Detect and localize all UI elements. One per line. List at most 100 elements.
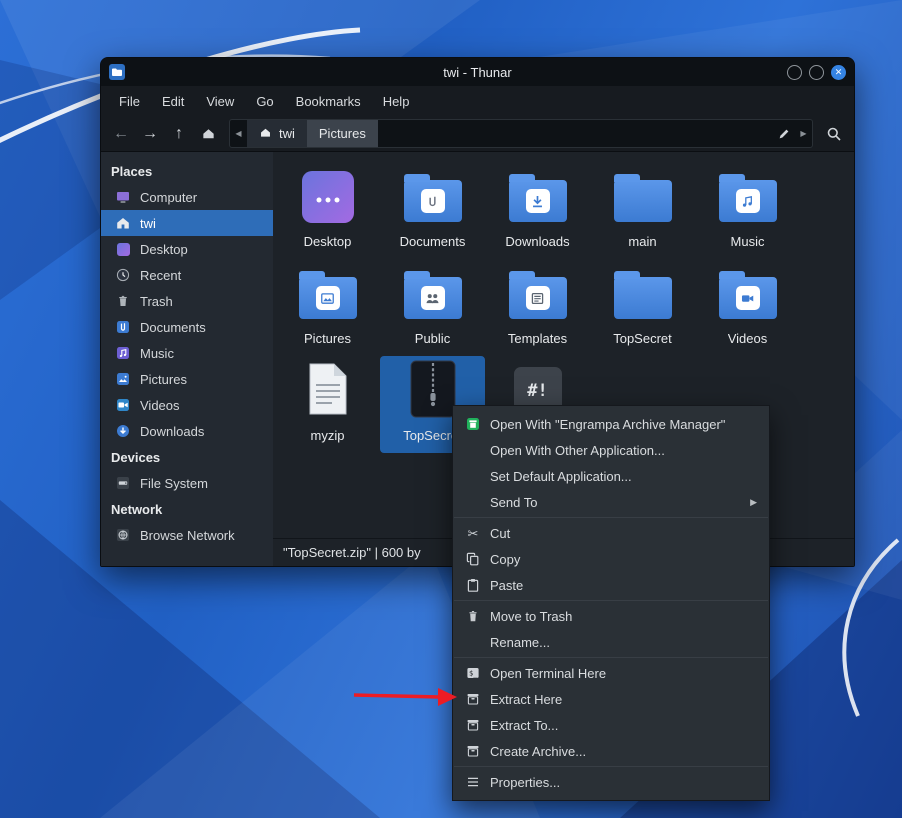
menu-item-move-to-trash[interactable]: Move to Trash	[453, 603, 769, 629]
file-templates[interactable]: Templates	[485, 259, 590, 356]
search-icon[interactable]	[821, 121, 847, 147]
drive-icon	[115, 475, 131, 491]
edit-path-icon[interactable]	[773, 127, 795, 141]
public-folder-icon	[404, 277, 462, 319]
file-pictures[interactable]: Pictures	[275, 259, 380, 356]
context-menu: Open With "Engrampa Archive Manager" Ope…	[452, 405, 770, 801]
pathbar[interactable]: ◀ twi Pictures ▶	[229, 119, 813, 148]
file-downloads[interactable]: Downloads	[485, 162, 590, 259]
menu-item-open-with-other[interactable]: Open With Other Application...	[453, 437, 769, 463]
sidebar-item-twi[interactable]: twi	[101, 210, 273, 236]
sidebar-item-music[interactable]: Music	[101, 340, 273, 366]
close-button[interactable]: ✕	[831, 65, 846, 80]
pictures-icon	[115, 371, 131, 387]
menu-bookmarks[interactable]: Bookmarks	[286, 90, 371, 113]
downloads-folder-icon	[509, 180, 567, 222]
blank-icon	[465, 494, 481, 510]
sidebar-item-trash[interactable]: Trash	[101, 288, 273, 314]
menu-item-copy[interactable]: Copy	[453, 546, 769, 572]
templates-folder-icon	[509, 277, 567, 319]
menu-view[interactable]: View	[196, 90, 244, 113]
menu-item-open-with-engrampa[interactable]: Open With "Engrampa Archive Manager"	[453, 411, 769, 437]
menu-item-paste[interactable]: Paste	[453, 572, 769, 598]
menu-item-extract-here[interactable]: Extract Here	[453, 686, 769, 712]
minimize-button[interactable]	[787, 65, 802, 80]
sidebar-item-documents[interactable]: Documents	[101, 314, 273, 340]
text-file-icon	[306, 362, 350, 421]
up-icon[interactable]: ↑	[166, 121, 192, 147]
annotation-arrow	[348, 681, 466, 713]
forward-icon[interactable]: →	[137, 121, 163, 147]
menu-item-open-terminal-here[interactable]: $_ Open Terminal Here	[453, 660, 769, 686]
clock-icon	[115, 267, 131, 283]
trash-icon	[115, 293, 131, 309]
folder-icon	[614, 277, 672, 319]
sidebar-item-videos[interactable]: Videos	[101, 392, 273, 418]
network-header: Network	[101, 496, 273, 522]
menu-file[interactable]: File	[109, 90, 150, 113]
crumb-scroll-right-icon[interactable]: ▶	[795, 129, 812, 138]
submenu-arrow-icon: ▶	[750, 497, 757, 508]
sidebar-item-file-system[interactable]: File System	[101, 470, 273, 496]
menu-item-extract-to[interactable]: Extract To...	[453, 712, 769, 738]
sidebar-item-pictures[interactable]: Pictures	[101, 366, 273, 392]
file-music[interactable]: Music	[695, 162, 800, 259]
home-icon	[259, 126, 272, 142]
cut-icon: ✂	[465, 525, 481, 541]
menu-edit[interactable]: Edit	[152, 90, 194, 113]
file-myzip[interactable]: myzip	[275, 356, 380, 453]
menu-item-properties[interactable]: Properties...	[453, 769, 769, 795]
menu-go[interactable]: Go	[246, 90, 283, 113]
sidebar-item-desktop[interactable]: Desktop	[101, 236, 273, 262]
documents-icon	[115, 319, 131, 335]
crumb-scroll-left-icon[interactable]: ◀	[230, 129, 247, 138]
svg-text:$_: $_	[469, 670, 478, 678]
menu-separator	[454, 657, 768, 658]
titlebar[interactable]: twi - Thunar ✕	[101, 58, 854, 86]
desktop-icon	[115, 241, 131, 257]
home-icon	[115, 215, 131, 231]
menu-item-set-default-application[interactable]: Set Default Application...	[453, 463, 769, 489]
back-icon[interactable]: ←	[108, 121, 134, 147]
sidebar-item-downloads[interactable]: Downloads	[101, 418, 273, 444]
videos-icon	[115, 397, 131, 413]
menu-separator	[454, 766, 768, 767]
menu-separator	[454, 517, 768, 518]
breadcrumb-pictures[interactable]: Pictures	[307, 120, 378, 147]
archive-icon	[465, 717, 481, 733]
terminal-icon: $_	[465, 665, 481, 681]
sidebar-item-computer[interactable]: Computer	[101, 184, 273, 210]
menu-item-create-archive[interactable]: Create Archive...	[453, 738, 769, 764]
window-title: twi - Thunar	[101, 65, 854, 80]
paste-icon	[465, 577, 481, 593]
file-topsecret-folder[interactable]: TopSecret	[590, 259, 695, 356]
desktop-folder-icon	[302, 171, 354, 223]
file-documents[interactable]: Documents	[380, 162, 485, 259]
toolbar: ← → ↑ ◀ twi Pictures ▶	[101, 116, 854, 152]
file-desktop[interactable]: Desktop	[275, 162, 380, 259]
home-nav-icon[interactable]	[195, 121, 221, 147]
copy-icon	[465, 551, 481, 567]
folder-icon	[614, 180, 672, 222]
file-videos[interactable]: Videos	[695, 259, 800, 356]
devices-header: Devices	[101, 444, 273, 470]
documents-folder-icon	[404, 180, 462, 222]
menubar: File Edit View Go Bookmarks Help	[101, 86, 854, 116]
network-icon	[115, 527, 131, 543]
places-header: Places	[101, 158, 273, 184]
sidebar-item-browse-network[interactable]: Browse Network	[101, 522, 273, 548]
menu-item-rename[interactable]: Rename...	[453, 629, 769, 655]
breadcrumb-twi[interactable]: twi	[247, 120, 307, 147]
sidebar-item-recent[interactable]: Recent	[101, 262, 273, 288]
engrampa-icon	[465, 416, 481, 432]
menu-item-send-to[interactable]: Send To ▶	[453, 489, 769, 515]
menu-separator	[454, 600, 768, 601]
maximize-button[interactable]	[809, 65, 824, 80]
menu-item-cut[interactable]: ✂ Cut	[453, 520, 769, 546]
menu-help[interactable]: Help	[373, 90, 420, 113]
sidebar: Places Computer twi Desktop	[101, 152, 273, 566]
computer-icon	[115, 189, 131, 205]
file-main[interactable]: main	[590, 162, 695, 259]
file-public[interactable]: Public	[380, 259, 485, 356]
music-folder-icon	[719, 180, 777, 222]
